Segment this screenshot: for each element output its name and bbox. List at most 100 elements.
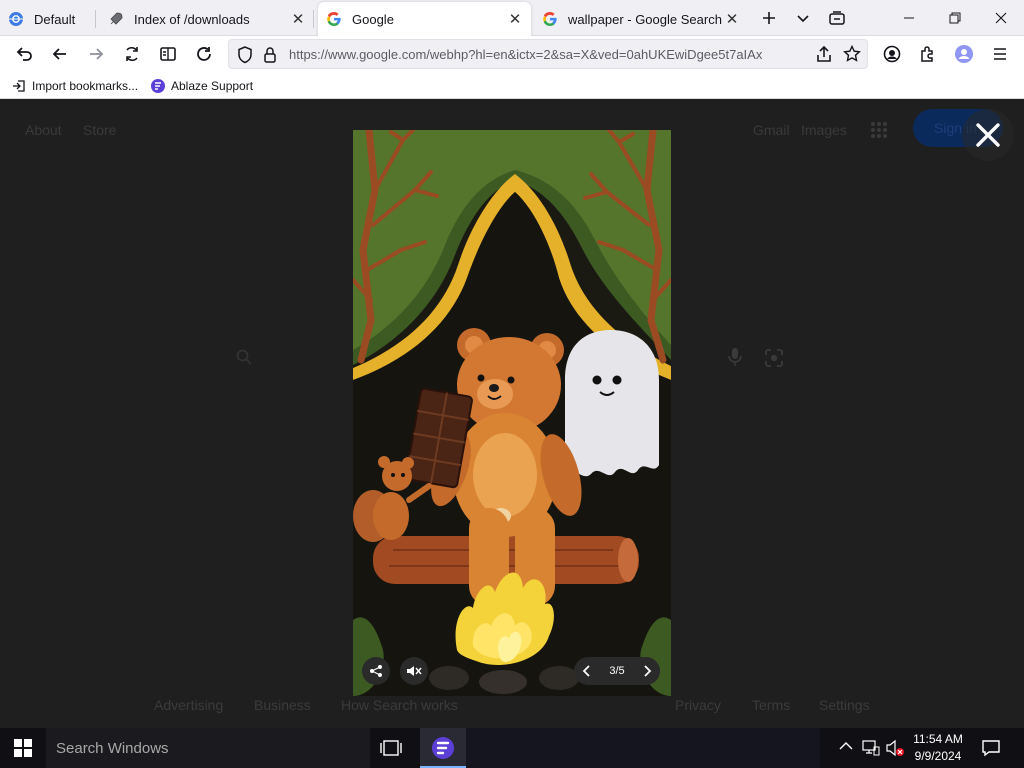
account-button[interactable] [878, 40, 906, 68]
profile-icon [955, 45, 973, 63]
new-tab-button[interactable] [755, 6, 783, 30]
gmail-link[interactable]: Gmail [753, 122, 790, 138]
share-icon[interactable] [815, 45, 833, 63]
tab-groups-button[interactable] [823, 6, 851, 30]
images-link[interactable]: Images [801, 122, 847, 138]
back-button[interactable] [46, 40, 74, 68]
close-icon [976, 123, 1000, 147]
search-icon [236, 349, 252, 365]
action-center-button[interactable] [981, 738, 1001, 758]
restore-icon [949, 12, 961, 24]
task-view-button[interactable] [380, 738, 402, 758]
chevron-down-icon [797, 15, 809, 23]
plus-icon [763, 12, 775, 24]
tab-google[interactable]: Google ✕ [318, 2, 531, 36]
extensions-icon [921, 46, 933, 62]
chevron-left-icon[interactable] [582, 665, 590, 677]
sync-button[interactable] [118, 40, 146, 68]
volume-mute-icon [407, 666, 422, 676]
share-doodle-button[interactable] [362, 657, 390, 685]
close-tab-icon[interactable]: ✕ [724, 11, 740, 28]
google-g-icon [542, 11, 558, 27]
forward-button[interactable] [82, 40, 110, 68]
menu-button[interactable] [986, 40, 1014, 68]
network-icon[interactable] [862, 739, 880, 757]
sync-icon [126, 46, 138, 62]
import-icon [12, 79, 26, 93]
doodle-lightbox: 3/5 [353, 130, 671, 696]
show-hidden-icons[interactable] [839, 741, 853, 751]
restore-button[interactable] [942, 6, 968, 30]
close-tab-icon[interactable]: ✕ [290, 11, 306, 28]
about-link[interactable]: About [25, 122, 62, 138]
system-clock[interactable]: 11:54 AM 9/9/2024 [908, 731, 968, 765]
ablaze-logo-icon [151, 79, 165, 93]
tab-label: Index of /downloads [134, 11, 250, 27]
doodle-pager: 3/5 [574, 657, 660, 685]
share-icon [370, 665, 382, 677]
advertising-link[interactable]: Advertising [154, 697, 223, 713]
doodle-counter: 3/5 [609, 665, 625, 677]
tab-wallpaper-search[interactable]: wallpaper - Google Search ✕ [534, 2, 748, 36]
tab-label: Default [34, 11, 76, 27]
volume-muted-icon[interactable] [885, 739, 905, 757]
menu-icon [994, 48, 1006, 60]
clock-time: 11:54 AM [913, 732, 963, 746]
page-content: About Store Gmail Images Sign in Adverti… [0, 99, 1024, 728]
close-tab-icon[interactable]: ✕ [507, 11, 523, 28]
taskbar-app-browser[interactable] [420, 728, 466, 768]
reader-icon [160, 47, 176, 61]
store-link[interactable]: Store [83, 122, 116, 138]
mute-button[interactable] [400, 657, 428, 685]
apps-grid-icon[interactable] [870, 121, 888, 139]
bookmarks-toolbar: Import bookmarks... Ablaze Support [0, 72, 1024, 99]
account-icon [883, 45, 901, 63]
lens-camera-icon[interactable] [764, 348, 784, 368]
business-link[interactable]: Business [254, 697, 311, 713]
google-g-icon [326, 11, 342, 27]
reader-view-button[interactable] [154, 40, 182, 68]
window-close-button[interactable] [988, 6, 1014, 30]
notification-icon [982, 740, 1000, 757]
taskbar-empty-area [466, 728, 820, 768]
navigation-toolbar: https://www.google.com/webhp?hl=en&ictx=… [0, 36, 1024, 72]
task-view-icon [380, 740, 402, 756]
address-bar[interactable]: https://www.google.com/webhp?hl=en&ictx=… [228, 39, 868, 69]
microphone-icon[interactable] [728, 347, 742, 367]
tab-strip: Default Index of /downloads ✕ Google ✕ w… [0, 0, 1024, 36]
close-icon [995, 12, 1007, 24]
terms-link[interactable]: Terms [752, 697, 790, 713]
extensions-button[interactable] [914, 40, 942, 68]
reload-icon [197, 47, 211, 61]
close-lightbox-button[interactable] [962, 109, 1014, 161]
back-icon [52, 48, 66, 60]
tab-label: Google [352, 11, 394, 27]
shield-icon[interactable] [237, 46, 253, 64]
chevron-up-icon [839, 742, 853, 750]
minimize-button[interactable] [896, 6, 922, 30]
bookmark-ablaze-support[interactable]: Ablaze Support [151, 77, 253, 95]
undo-button[interactable] [10, 40, 38, 68]
bookmark-import[interactable]: Import bookmarks... [12, 77, 138, 95]
privacy-link[interactable]: Privacy [675, 697, 721, 713]
forward-icon [90, 48, 104, 60]
profile-button[interactable] [950, 40, 978, 68]
bookmark-label: Import bookmarks... [32, 79, 139, 93]
windows-search-box[interactable]: Search Windows [46, 728, 370, 768]
how-search-works-link[interactable]: How Search works [341, 697, 458, 713]
ablaze-logo-icon [432, 737, 454, 759]
app-globe-icon [8, 11, 24, 27]
tab-label: wallpaper - Google Search [568, 11, 722, 27]
chevron-right-icon[interactable] [644, 665, 652, 677]
settings-link[interactable]: Settings [819, 697, 870, 713]
windows-taskbar: Search Windows 11:54 AM 9/9/2024 [0, 728, 1024, 768]
start-button[interactable] [14, 739, 32, 757]
reload-button[interactable] [190, 40, 218, 68]
tab-index-downloads[interactable]: Index of /downloads ✕ [100, 2, 314, 36]
search-placeholder: Search Windows [56, 739, 169, 757]
lock-icon[interactable] [263, 46, 277, 64]
list-all-tabs-button[interactable] [789, 6, 817, 30]
tab-default[interactable]: Default [0, 2, 96, 36]
url-text[interactable]: https://www.google.com/webhp?hl=en&ictx=… [289, 47, 809, 62]
star-icon[interactable] [843, 45, 861, 63]
